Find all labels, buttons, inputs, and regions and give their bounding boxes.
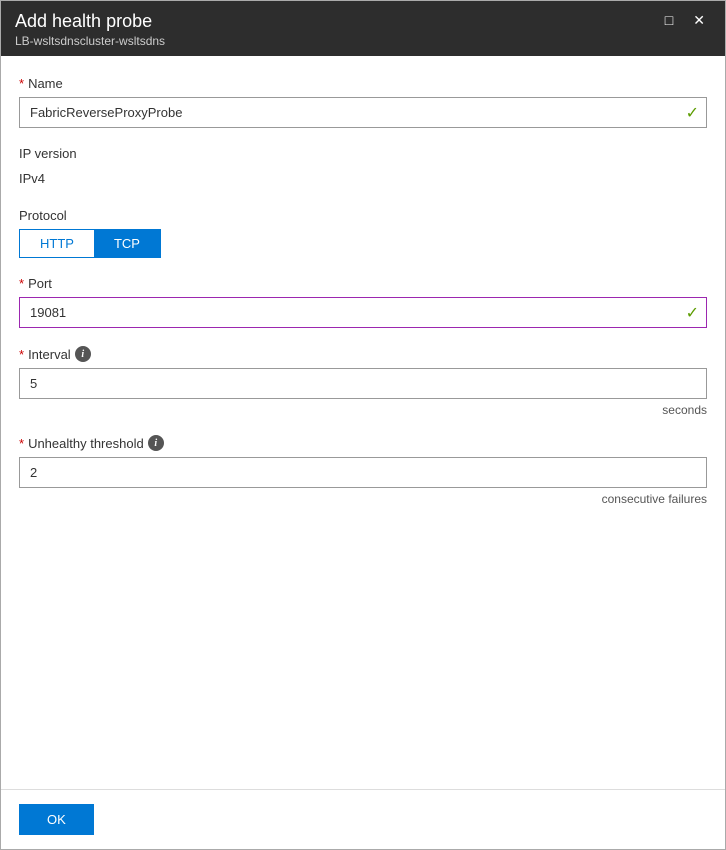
add-health-probe-window: Add health probe LB-wsltsdnscluster-wslt… — [0, 0, 726, 850]
interval-label: * Interval i — [19, 346, 707, 362]
interval-label-text: Interval — [28, 347, 71, 362]
unhealthy-threshold-input[interactable] — [19, 457, 707, 488]
close-button[interactable]: ✕ — [687, 11, 711, 29]
interval-input-wrapper — [19, 368, 707, 399]
unhealthy-threshold-info-icon[interactable]: i — [148, 435, 164, 451]
footer: OK — [1, 789, 725, 849]
port-input-wrapper: ✓ — [19, 297, 707, 328]
ip-version-label: IP version — [19, 146, 707, 161]
window-title: Add health probe — [15, 11, 165, 32]
interval-info-icon[interactable]: i — [75, 346, 91, 362]
name-label: * Name — [19, 76, 707, 91]
protocol-label: Protocol — [19, 208, 707, 223]
ip-version-field-group: IP version IPv4 — [19, 146, 707, 190]
port-required-star: * — [19, 276, 24, 291]
port-input[interactable] — [19, 297, 707, 328]
port-label: * Port — [19, 276, 707, 291]
name-input-wrapper: ✓ — [19, 97, 707, 128]
protocol-toggle: HTTP TCP — [19, 229, 161, 258]
port-field-group: * Port ✓ — [19, 276, 707, 328]
minimize-button[interactable]: □ — [659, 11, 679, 29]
port-label-text: Port — [28, 276, 52, 291]
title-bar: Add health probe LB-wsltsdnscluster-wslt… — [1, 1, 725, 56]
window-subtitle: LB-wsltsdnscluster-wsltsdns — [15, 34, 165, 48]
name-input[interactable] — [19, 97, 707, 128]
ip-version-value: IPv4 — [19, 167, 707, 190]
unhealthy-threshold-required-star: * — [19, 436, 24, 451]
port-check-icon: ✓ — [686, 303, 699, 323]
unhealthy-threshold-input-wrapper — [19, 457, 707, 488]
unhealthy-threshold-field-group: * Unhealthy threshold i consecutive fail… — [19, 435, 707, 506]
name-label-text: Name — [28, 76, 63, 91]
ip-version-label-text: IP version — [19, 146, 77, 161]
interval-hint: seconds — [19, 403, 707, 417]
name-required-star: * — [19, 76, 24, 91]
form-content: * Name ✓ IP version IPv4 Protocol HTTP T… — [1, 56, 725, 789]
protocol-tcp-button[interactable]: TCP — [94, 230, 160, 257]
name-field-group: * Name ✓ — [19, 76, 707, 128]
interval-required-star: * — [19, 347, 24, 362]
interval-field-group: * Interval i seconds — [19, 346, 707, 417]
ok-button[interactable]: OK — [19, 804, 94, 835]
protocol-field-group: Protocol HTTP TCP — [19, 208, 707, 258]
unhealthy-threshold-label-text: Unhealthy threshold — [28, 436, 144, 451]
title-bar-controls: □ ✕ — [659, 11, 711, 29]
unhealthy-threshold-hint: consecutive failures — [19, 492, 707, 506]
title-bar-left: Add health probe LB-wsltsdnscluster-wslt… — [15, 11, 165, 48]
unhealthy-threshold-label: * Unhealthy threshold i — [19, 435, 707, 451]
protocol-http-button[interactable]: HTTP — [20, 230, 94, 257]
name-check-icon: ✓ — [686, 103, 699, 123]
protocol-label-text: Protocol — [19, 208, 67, 223]
interval-input[interactable] — [19, 368, 707, 399]
